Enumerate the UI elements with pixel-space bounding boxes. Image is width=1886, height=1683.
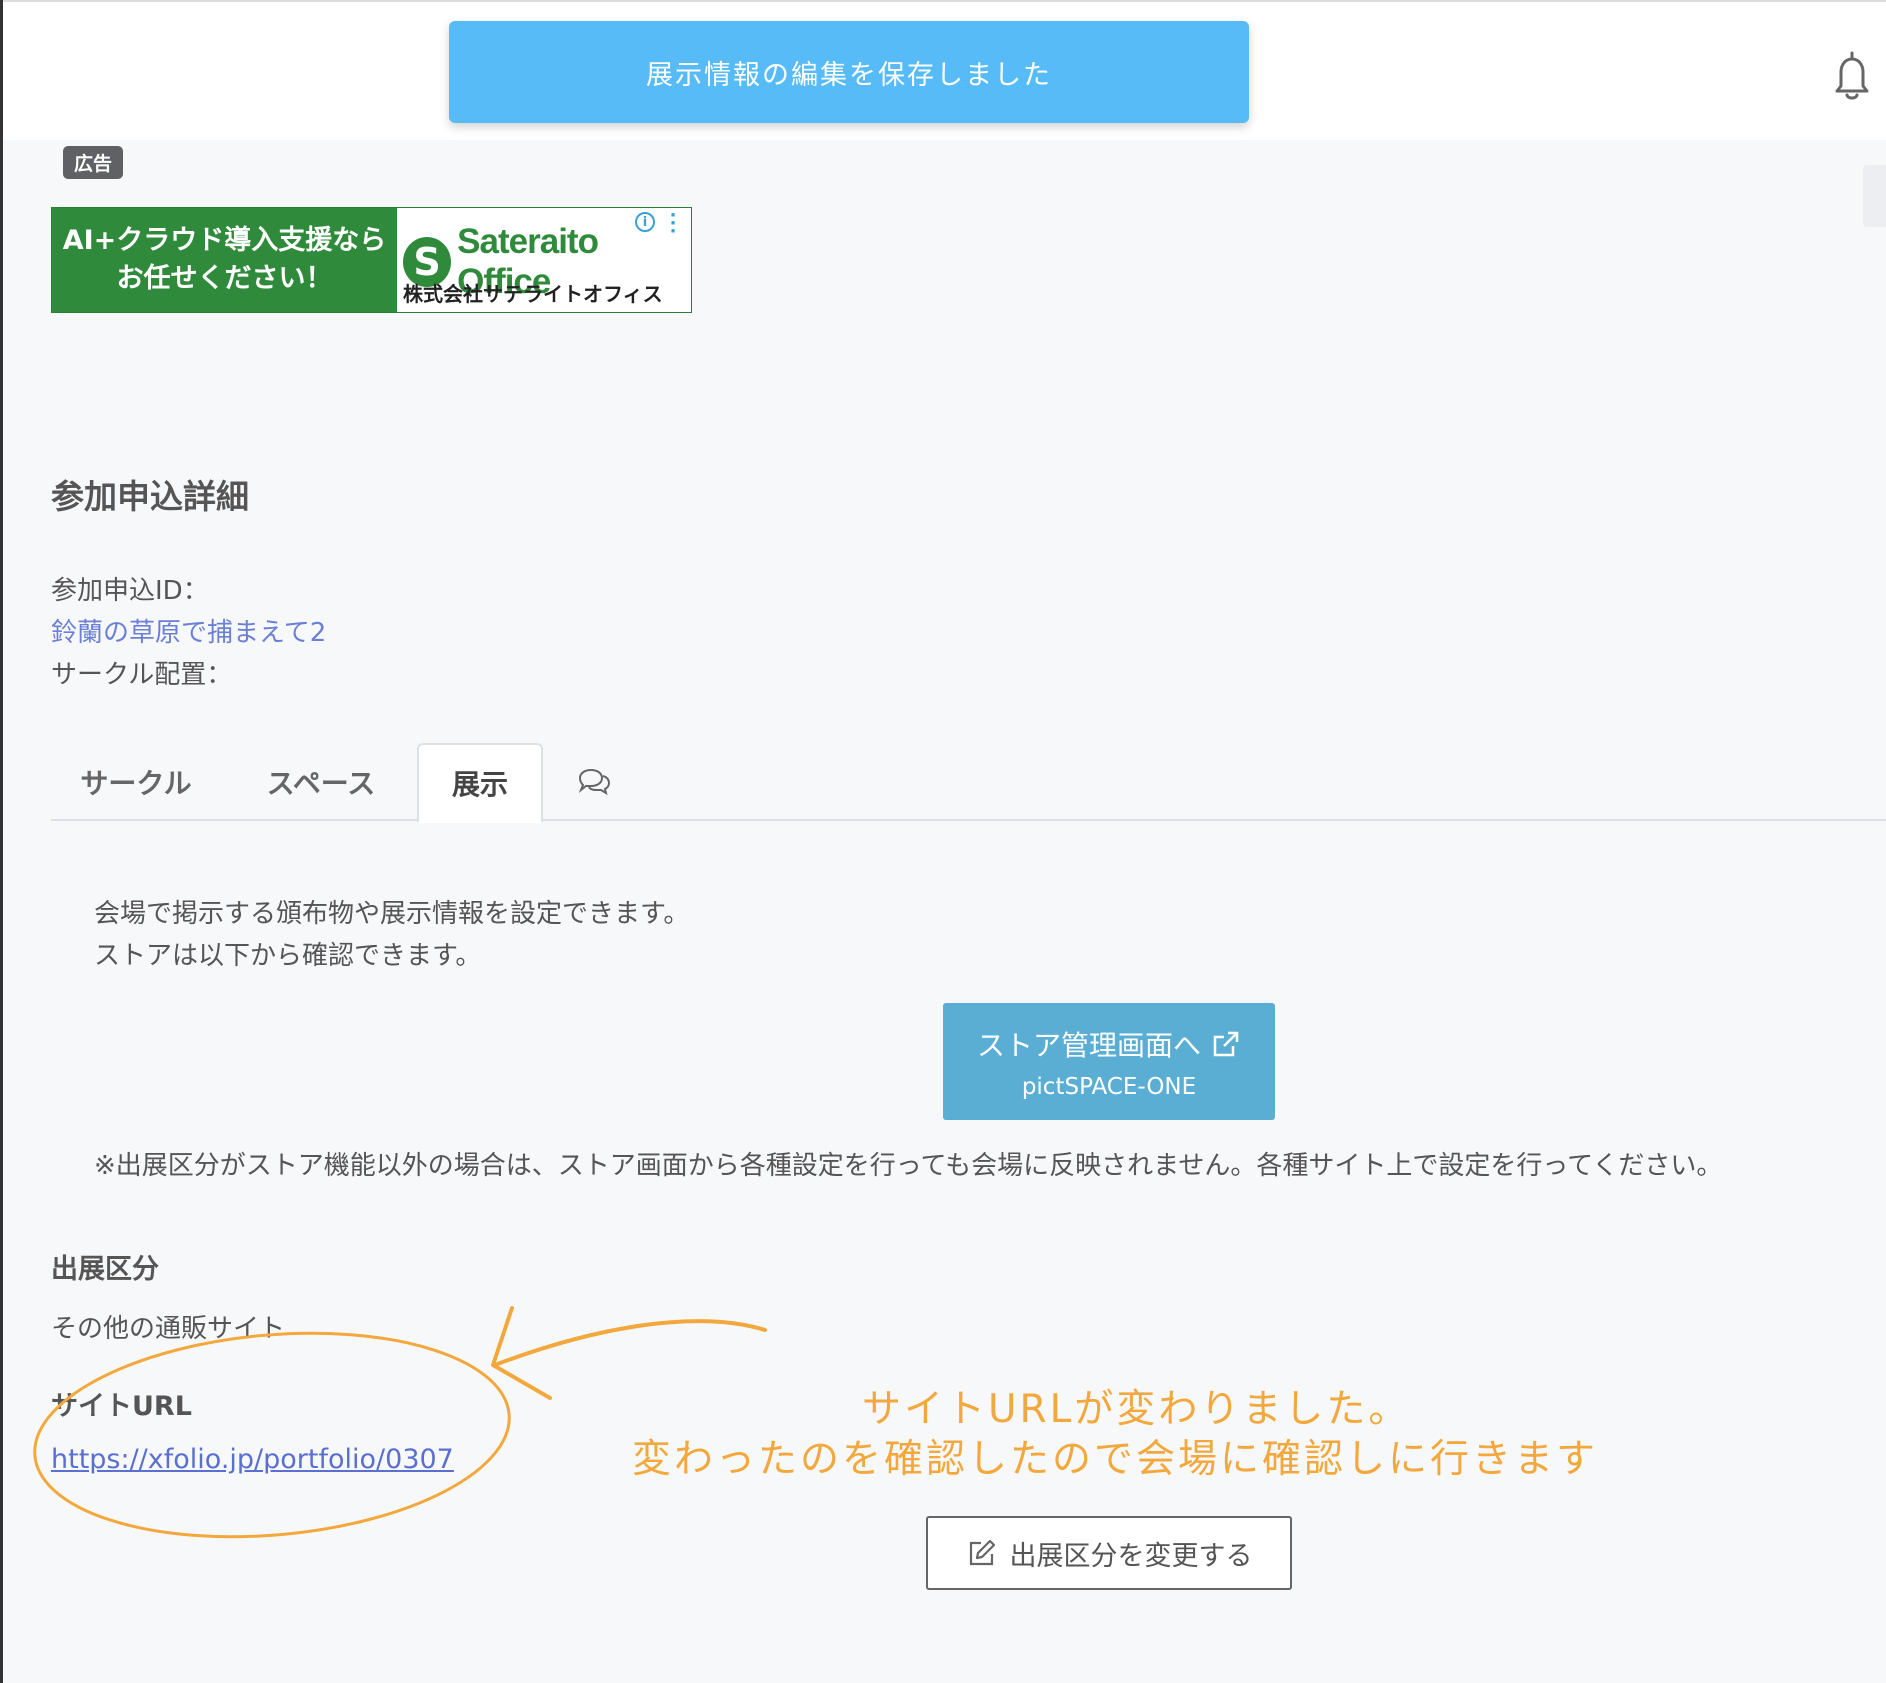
window-edge [0,0,3,1683]
annotation-line1: サイトURLが変わりました。 [862,1387,1411,1432]
annotation-arrowhead [491,1306,552,1400]
change-button-label: 出展区分を変更する [1009,1540,1253,1572]
circle-placement-label: サークル配置： [51,660,233,690]
description-line1: 会場で掲示する頒布物や展示情報を設定できます。 [94,899,690,929]
category-label: 出展区分 [51,1254,159,1285]
page-title: 参加申込詳細 [51,477,249,516]
ad-headline: AI+クラウド導入支援なら お任せください！ [52,208,397,312]
tab-bar: サークル スペース 展示 [51,743,1886,823]
exhibit-description: 会場で掲示する頒布物や展示情報を設定できます。 ストアは以下から確認できます。 [94,893,689,977]
change-category-button[interactable]: 出展区分を変更する [926,1516,1292,1590]
ad-headline-line1: AI+クラウド導入支援なら [62,225,387,256]
ad-banner[interactable]: AI+クラウド導入支援なら お任せください！ S Sateraito Offic… [51,207,692,313]
ad-company-name: 株式会社サテライトオフィス [403,282,663,306]
ad-info-icon[interactable]: i [635,212,655,232]
ad-headline-line2: お任せください！ [116,263,333,294]
edit-icon [969,1539,995,1566]
tab-space[interactable]: スペース [231,743,411,821]
tab-circle[interactable]: サークル [51,743,221,821]
store-button-sublabel: pictSPACE-ONE [1021,1073,1197,1100]
chat-icon [578,768,611,796]
store-note: ※出展区分がストア機能以外の場合は、ストア画面から各種設定を行っても会場に反映さ… [94,1151,1723,1181]
store-button-label: ストア管理画面へ [976,1028,1201,1062]
application-id-label: 参加申込ID： [51,576,209,606]
category-value: その他の通販サイト [51,1314,286,1344]
ad-more-icon[interactable]: · · · [669,208,677,241]
annotation-arrow [493,1319,767,1367]
store-admin-button[interactable]: ストア管理画面へ pictSPACE-ONE [943,1003,1275,1120]
save-toast: 展示情報の編集を保存しました [449,21,1249,123]
external-link-icon [1213,1031,1239,1056]
annotation-circle [33,1331,511,1539]
annotation-line2: 変わったのを確認したので会場に確認しに行きます [632,1437,1599,1482]
description-line2: ストアは以下から確認できます。 [94,941,482,971]
scrollbar[interactable] [1863,165,1886,227]
tab-exhibit[interactable]: 展示 [417,743,543,823]
event-name-link[interactable]: 鈴蘭の草原で捕まえて2 [51,612,326,649]
site-url-link[interactable]: https://xfolio.jp/portfolio/0307 [51,1444,454,1475]
tab-chat[interactable] [551,743,637,821]
toast-message: 展示情報の編集を保存しました [646,59,1052,91]
bell-icon[interactable] [1829,50,1875,102]
site-url-label: サイトURL [51,1391,192,1422]
ad-brand-area: S Sateraito Office 株式会社サテライトオフィス i · · · [397,208,691,312]
ad-tag: 広告 [63,146,123,179]
